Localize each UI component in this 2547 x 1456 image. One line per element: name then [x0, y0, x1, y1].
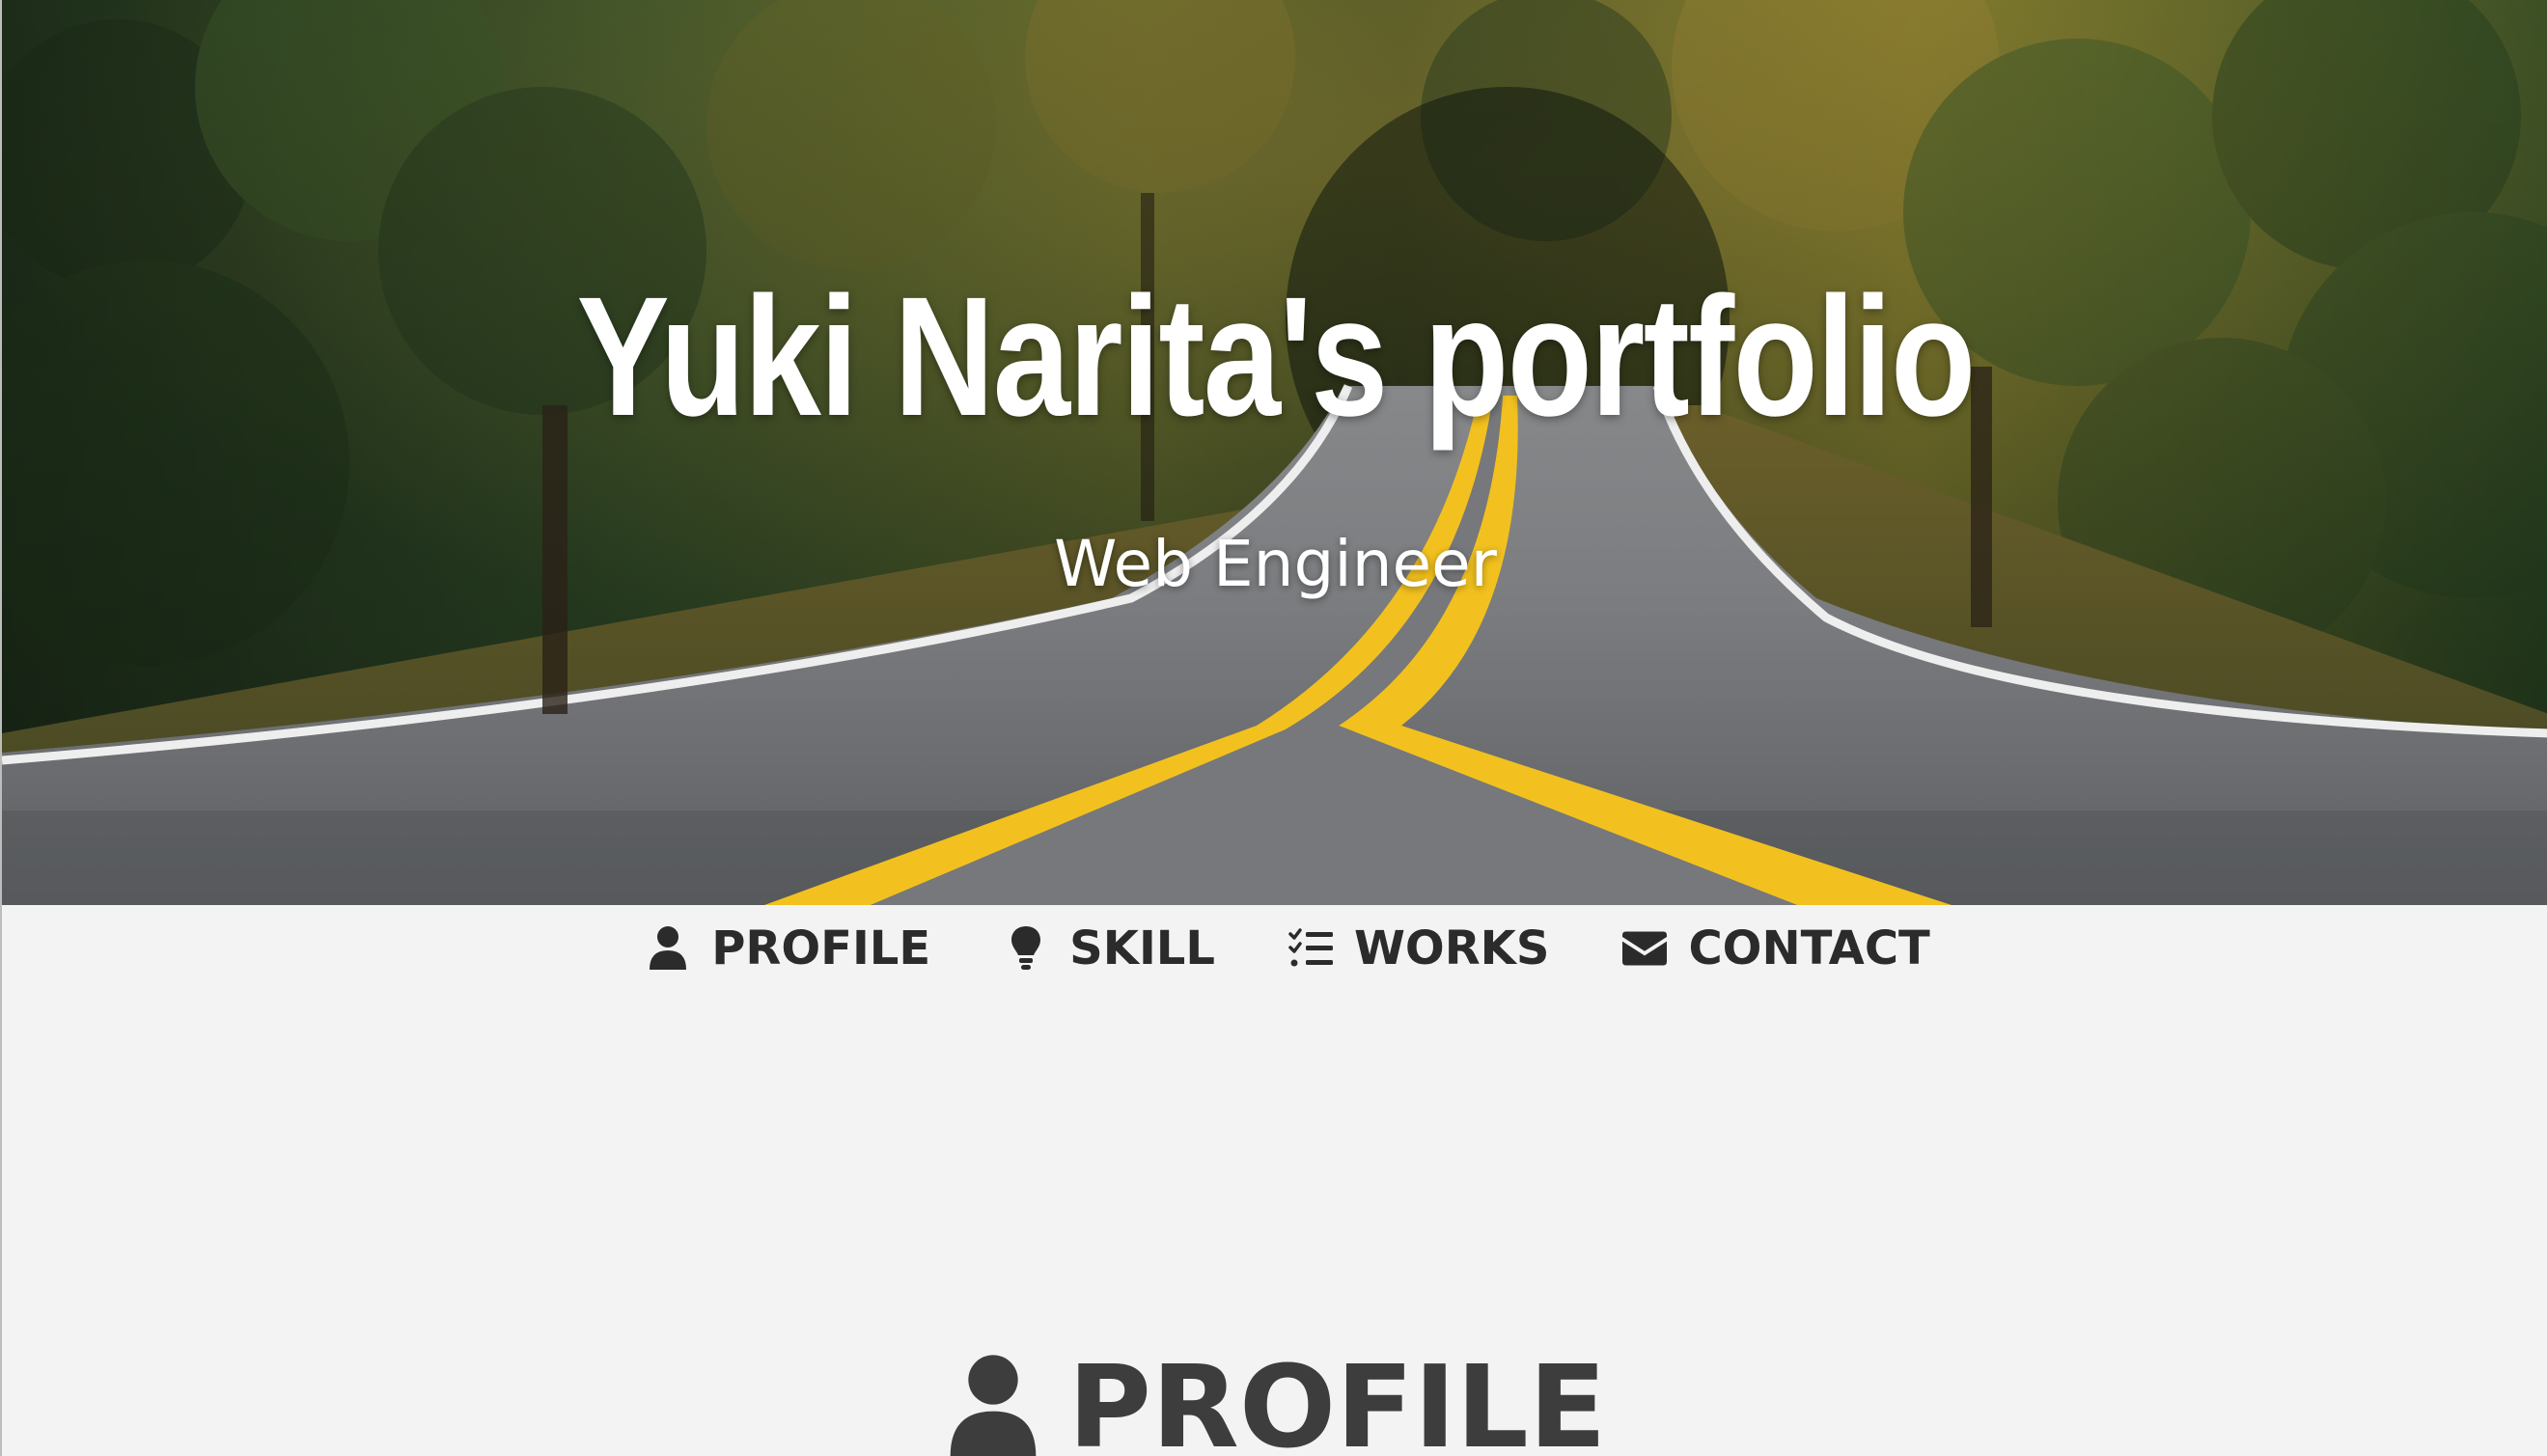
hero-banner: Yuki Narita's portfolio Web Engineer [2, 0, 2547, 905]
section-heading-label: PROFILE [1067, 1339, 1607, 1456]
nav-item-contact[interactable]: CONTACT [1622, 921, 1930, 975]
user-icon [945, 1350, 1041, 1456]
hero-subtitle: Web Engineer [1054, 527, 1497, 601]
nav-item-profile[interactable]: PROFILE [646, 921, 930, 975]
nav-item-works[interactable]: WORKS [1288, 921, 1549, 975]
nav-item-skill-label: SKILL [1069, 921, 1215, 975]
tasks-list-icon [1288, 924, 1333, 973]
envelope-icon [1622, 924, 1668, 973]
nav-item-skill[interactable]: SKILL [1004, 921, 1215, 975]
nav-item-works-label: WORKS [1353, 921, 1550, 975]
page: Yuki Narita's portfolio Web Engineer PRO… [0, 0, 2547, 1456]
nav-item-profile-label: PROFILE [711, 921, 931, 975]
section-heading-profile: PROFILE [2, 1334, 2547, 1456]
user-icon [646, 924, 690, 973]
main-navigation: PROFILE SKILL WORKS CONTACT [2, 905, 2547, 992]
lightbulb-icon [1004, 924, 1048, 973]
hero-title: Yuki Narita's portfolio [576, 262, 1976, 452]
nav-item-contact-label: CONTACT [1688, 921, 1930, 975]
